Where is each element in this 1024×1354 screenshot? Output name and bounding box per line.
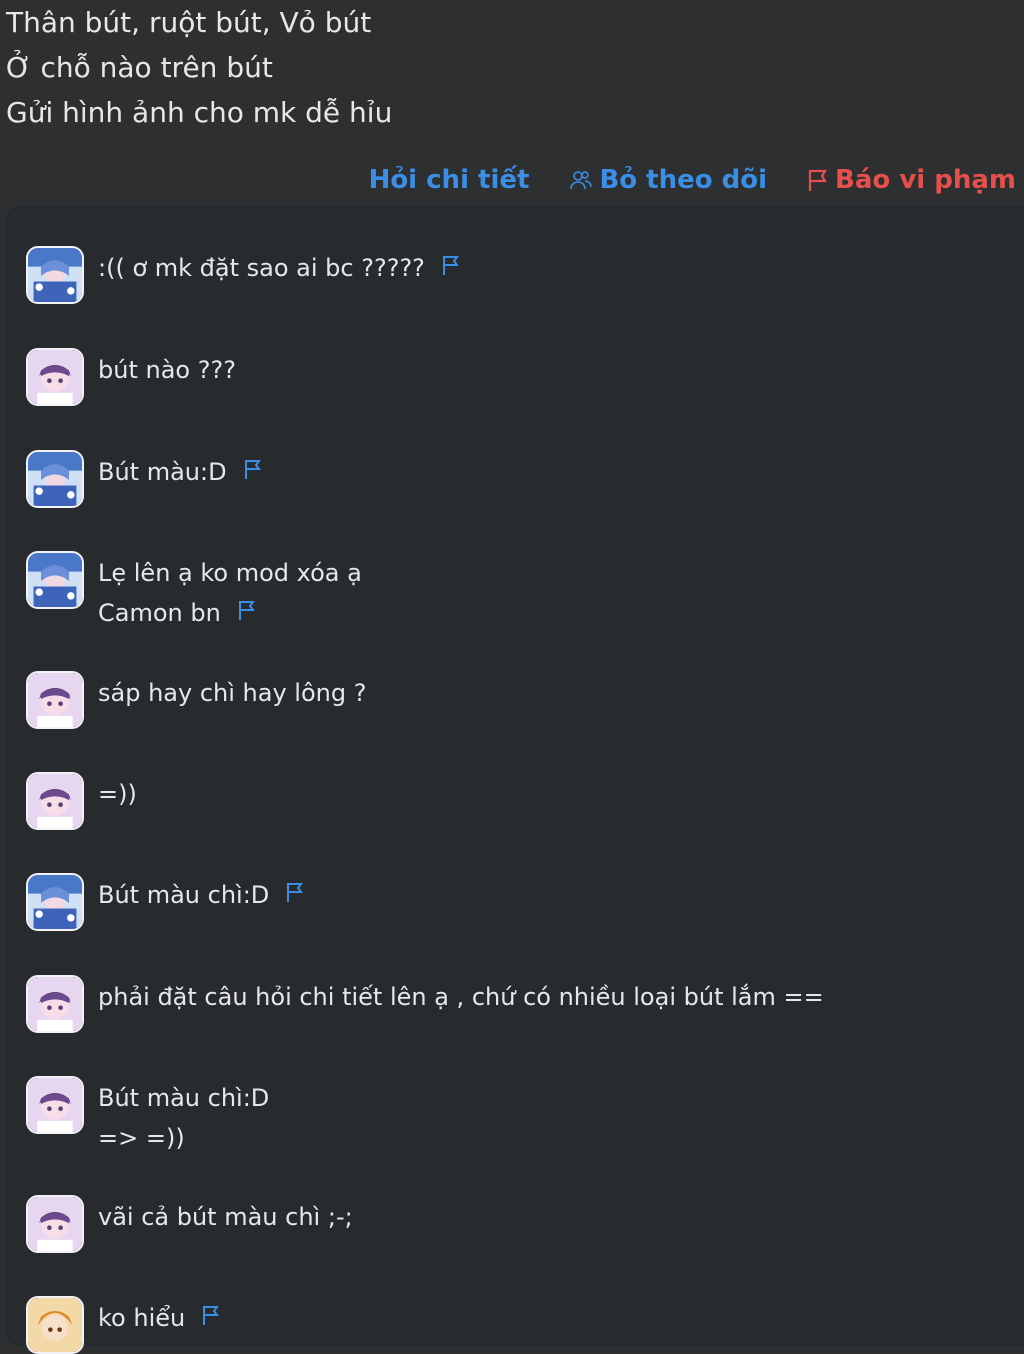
comment-text: vãi cả bút màu chì ;-; (98, 1203, 353, 1231)
purple-anime-avatar-icon (28, 977, 82, 1031)
comment-body: Bút màu:D (98, 450, 263, 492)
flag-icon[interactable] (285, 875, 305, 915)
avatar[interactable] (26, 551, 84, 609)
question-line: Ở chỗ nào trên bút (6, 51, 273, 84)
blue-anime-avatar-icon (28, 875, 82, 929)
blue-anime-avatar-icon (28, 553, 82, 607)
comment-item: Bút màu chì:D => =)) (26, 1076, 269, 1158)
question-line: Thân bút, ruột bút, Vỏ bút (6, 6, 372, 39)
report-link[interactable]: Báo vi phạm (807, 165, 1016, 195)
comment-text: :(( ơ mk đặt sao ai bc ????? (98, 254, 425, 282)
comment-body: vãi cả bút màu chì ;-; (98, 1195, 353, 1237)
avatar[interactable] (26, 772, 84, 830)
comment-line: Lẹ lên ạ ko mod xóa ạ (98, 553, 362, 593)
comment-line: Camon bn (98, 593, 362, 633)
comment-item: vãi cả bút màu chì ;-; (26, 1195, 353, 1253)
report-label: Báo vi phạm (835, 165, 1016, 195)
flag-icon[interactable] (201, 1298, 221, 1338)
comment-body: Bút màu chì:D (98, 873, 305, 915)
avatar[interactable] (26, 1076, 84, 1134)
flag-icon (807, 168, 829, 192)
comment-body: Bút màu chì:D => =)) (98, 1076, 269, 1158)
avatar[interactable] (26, 1195, 84, 1253)
comment-item: ko hiểu (26, 1296, 221, 1354)
ask-detail-label: Hỏi chi tiết (368, 165, 530, 195)
avatar[interactable] (26, 975, 84, 1033)
comment-text: phải đặt câu hỏi chi tiết lên ạ , chứ có… (98, 983, 824, 1011)
comment-body: phải đặt câu hỏi chi tiết lên ạ , chứ có… (98, 975, 824, 1017)
comment-item: sáp hay chì hay lông ? (26, 671, 366, 729)
orange-anime-avatar-icon (28, 1298, 82, 1352)
question-line: Gửi hình ảnh cho mk dễ hỉu (6, 96, 393, 129)
avatar[interactable] (26, 1296, 84, 1354)
purple-anime-avatar-icon (28, 350, 82, 404)
comment-body: =)) (98, 772, 137, 814)
avatar[interactable] (26, 873, 84, 931)
comment-item: phải đặt câu hỏi chi tiết lên ạ , chứ có… (26, 975, 824, 1033)
comment-body: bút nào ??? (98, 348, 236, 390)
blue-anime-avatar-icon (28, 248, 82, 302)
avatar[interactable] (26, 671, 84, 729)
purple-anime-avatar-icon (28, 673, 82, 727)
comment-item: Bút màu chì:D (26, 873, 305, 931)
question-text: Thân bút, ruột bút, Vỏ bút Ở chỗ nào trê… (6, 0, 1006, 135)
comment-line: Bút màu:D (98, 452, 263, 492)
comment-line: sáp hay chì hay lông ? (98, 673, 366, 713)
comment-line: bút nào ??? (98, 350, 236, 390)
comment-line: Bút màu chì:D (98, 1078, 269, 1118)
comment-item: Bút màu:D (26, 450, 263, 508)
unfollow-label: Bỏ theo dõi (599, 165, 768, 195)
avatar[interactable] (26, 246, 84, 304)
comment-text: Camon bn (98, 599, 221, 627)
comment-list: :(( ơ mk đặt sao ai bc ????? bút nào ???… (6, 206, 1024, 1354)
comment-item: =)) (26, 772, 137, 830)
users-icon (569, 168, 593, 192)
flag-icon[interactable] (441, 248, 461, 288)
comment-line: phải đặt câu hỏi chi tiết lên ạ , chứ có… (98, 977, 824, 1017)
comment-text: => =)) (98, 1124, 185, 1152)
comment-text: Bút màu chì:D (98, 881, 270, 909)
purple-anime-avatar-icon (28, 1197, 82, 1251)
question-actions: Hỏi chi tiết Bỏ theo dõi Báo vi phạm (369, 160, 1016, 200)
comment-line: => =)) (98, 1118, 269, 1158)
comment-text: sáp hay chì hay lông ? (98, 679, 367, 707)
flag-icon[interactable] (237, 593, 257, 633)
comment-body: Lẹ lên ạ ko mod xóa ạ Camon bn (98, 551, 362, 633)
comment-text: Bút màu:D (98, 458, 227, 486)
purple-anime-avatar-icon (28, 1078, 82, 1132)
comment-line: Bút màu chì:D (98, 875, 305, 915)
comment-line: ko hiểu (98, 1298, 221, 1338)
comment-body: :(( ơ mk đặt sao ai bc ????? (98, 246, 461, 288)
comment-text: ko hiểu (98, 1304, 186, 1332)
unfollow-link[interactable]: Bỏ theo dõi (569, 165, 767, 195)
comment-body: ko hiểu (98, 1296, 221, 1338)
comment-item: Lẹ lên ạ ko mod xóa ạ Camon bn (26, 551, 362, 633)
comment-item: bút nào ??? (26, 348, 236, 406)
comment-body: sáp hay chì hay lông ? (98, 671, 366, 713)
comment-text: =)) (98, 780, 137, 808)
blue-anime-avatar-icon (28, 452, 82, 506)
comment-item: :(( ơ mk đặt sao ai bc ????? (26, 246, 461, 304)
ask-detail-link[interactable]: Hỏi chi tiết (369, 165, 530, 195)
comment-text: Bút màu chì:D (98, 1084, 270, 1112)
avatar[interactable] (26, 450, 84, 508)
purple-anime-avatar-icon (28, 774, 82, 828)
comment-text: Lẹ lên ạ ko mod xóa ạ (98, 559, 362, 587)
avatar[interactable] (26, 348, 84, 406)
comment-line: vãi cả bút màu chì ;-; (98, 1197, 353, 1237)
flag-icon[interactable] (243, 452, 263, 492)
comment-line: =)) (98, 774, 137, 814)
comment-text: bút nào ??? (98, 356, 236, 384)
comment-line: :(( ơ mk đặt sao ai bc ????? (98, 248, 461, 288)
